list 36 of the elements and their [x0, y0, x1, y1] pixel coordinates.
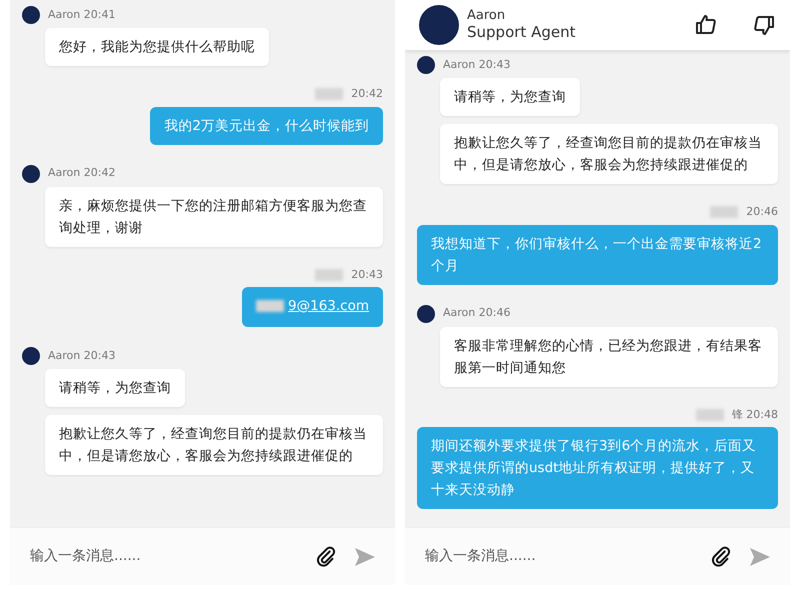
- message-meta: Aaron 20:41: [48, 6, 116, 23]
- message-bubble: 抱歉让您久等了，经查询您目前的提款仍在审核当中，但是请您放心，客服会为您持续跟进催促的: [45, 415, 383, 475]
- avatar-icon: [22, 6, 40, 24]
- message-bubble: 您好，我能为您提供什么帮助呢: [45, 28, 269, 66]
- agent-name: Aaron: [467, 9, 506, 23]
- agent-role: Support Agent: [467, 23, 576, 41]
- avatar-icon: [419, 5, 459, 45]
- message-meta: 锋 20:48: [732, 406, 778, 422]
- message-bubble: 我的2万美元出金，什么时候能到: [150, 106, 383, 144]
- message-field[interactable]: 输入一条消息......: [405, 527, 790, 585]
- message-meta: 20:43: [351, 266, 383, 282]
- avatar-icon: [22, 164, 40, 182]
- message-bubble: 请稍等，为您查询: [440, 78, 580, 116]
- message-meta: 20:46: [746, 204, 778, 220]
- avatar-icon: [22, 347, 40, 365]
- message-field[interactable]: 输入一条消息......: [10, 527, 395, 585]
- message-bubble: 期间还额外要求提供了银行3到6个月的流水，后面又要求提供所谓的usdt地址所有权证明，提供好了，又十来天没动静: [417, 427, 778, 509]
- message-meta: Aaron 20:43: [443, 56, 510, 73]
- message-meta: 20:42: [351, 86, 383, 102]
- message-input[interactable]: 输入一条消息......: [28, 545, 299, 568]
- thumbs-down-icon[interactable]: [752, 13, 776, 37]
- paperclip-icon[interactable]: [710, 546, 732, 568]
- message-bubble: 客服非常理解您的心情，已经为您跟进，有结果客服第一时间通知您: [440, 326, 778, 386]
- message-bubble: 亲，麻烦您提供一下您的注册邮箱方便客服为您查询处理，谢谢: [45, 186, 383, 246]
- message-bubble: 抱歉让您久等了，经查询您目前的提款仍在审核当中，但是请您放心，客服会为您持续跟进催促的: [440, 124, 778, 184]
- message-meta: Aaron 20:42: [48, 165, 116, 182]
- paperclip-icon[interactable]: [315, 546, 337, 568]
- avatar-icon: [417, 304, 435, 322]
- email-link[interactable]: 9@163.com: [288, 295, 369, 317]
- thumbs-up-icon[interactable]: [694, 13, 718, 37]
- message-input[interactable]: 输入一条消息......: [423, 545, 694, 568]
- message-meta: Aaron 20:46: [443, 305, 510, 322]
- message-bubble: 我想知道下，你们审核什么，一个出金需要审核将近2个月: [417, 224, 778, 284]
- message-bubble: 请稍等，为您查询: [45, 369, 185, 407]
- message-meta: Aaron 20:43: [48, 348, 116, 364]
- avatar-icon: [417, 56, 435, 74]
